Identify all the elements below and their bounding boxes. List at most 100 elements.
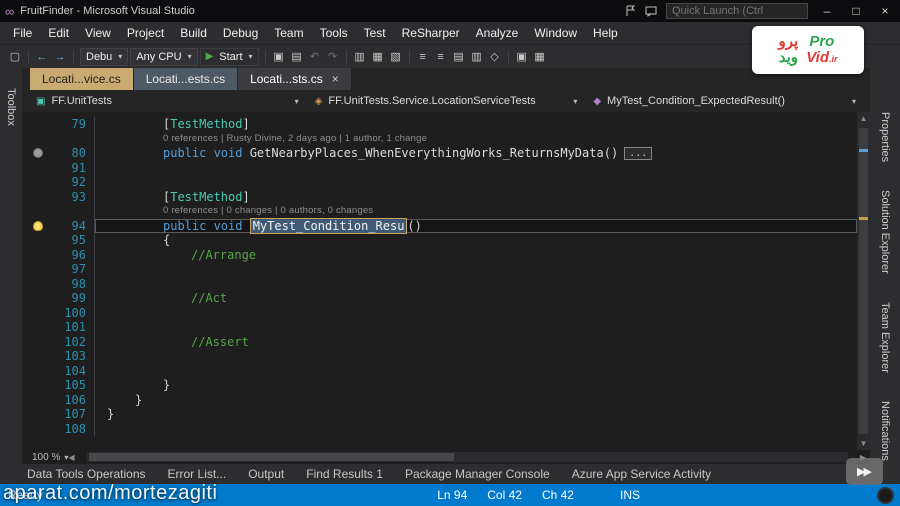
start-debugging-button[interactable]: ▶ Start ▾ — [199, 47, 259, 66]
code-row[interactable]: 79 [TestMethod] — [22, 117, 857, 132]
save-all-icon[interactable]: ▤ — [288, 50, 306, 63]
code-line[interactable] — [94, 349, 857, 364]
code-row[interactable]: 102 //Assert — [22, 334, 857, 349]
horizontal-scrollbar[interactable] — [86, 452, 848, 462]
code-line[interactable]: //Arrange — [94, 247, 857, 262]
bookmark-icon[interactable]: ◇ — [486, 50, 504, 63]
close-button[interactable]: × — [875, 4, 895, 18]
scroll-down-icon[interactable]: ▼ — [857, 439, 870, 448]
code-line[interactable]: [TestMethod] — [94, 189, 857, 204]
code-row[interactable]: 94 public void MyTest_Condition_Resu() — [22, 217, 857, 234]
quick-launch-input[interactable] — [666, 3, 808, 19]
code-row[interactable]: 103 — [22, 349, 857, 364]
code-row[interactable]: 98 — [22, 276, 857, 291]
menu-help[interactable]: Help — [585, 24, 626, 42]
zoom-control[interactable]: 100 % ▾ — [32, 452, 68, 463]
indent-icon[interactable]: ▤ — [450, 50, 468, 63]
code-row[interactable]: 100 — [22, 305, 857, 320]
code-row[interactable]: 101 — [22, 320, 857, 335]
code-line[interactable] — [94, 320, 857, 335]
save-icon[interactable]: ▣ — [270, 50, 288, 63]
panel-tab-data-tools-operations[interactable]: Data Tools Operations — [16, 467, 157, 481]
tab-locati-sts-cs[interactable]: Locati...sts.cs × — [238, 68, 351, 90]
code-line[interactable] — [94, 421, 857, 436]
sidebar-tab-toolbox[interactable]: Toolbox — [5, 88, 17, 464]
panel-tab-package-manager-console[interactable]: Package Manager Console — [394, 467, 561, 481]
menu-resharper[interactable]: ReSharper — [394, 24, 468, 42]
navigate-forward-icon[interactable]: → — [51, 51, 69, 63]
code-row[interactable]: 104 — [22, 363, 857, 378]
code-row[interactable]: 91 — [22, 160, 857, 175]
side-tab-notifications[interactable]: Notifications — [879, 401, 891, 461]
code-row[interactable]: 95 { — [22, 233, 857, 248]
code-line[interactable] — [94, 175, 857, 190]
code-line[interactable]: } — [94, 392, 857, 407]
codelens-text[interactable]: 0 references | Rusty Divine, 2 days ago … — [163, 132, 427, 147]
notifications-flag-icon[interactable] — [625, 5, 636, 17]
member-dropdown[interactable]: ◆ MyTest_Condition_ExpectedResult() ▾ — [587, 92, 862, 110]
codelens-row[interactable]: 0 references | 0 changes | 0 authors, 0 … — [22, 204, 857, 219]
feedback-icon[interactable] — [645, 6, 657, 17]
menu-team[interactable]: Team — [266, 24, 311, 42]
platform-combo[interactable]: Any CPU ▾ — [130, 47, 198, 66]
code-row[interactable]: 99 //Act — [22, 291, 857, 306]
tab-locati-vice-cs[interactable]: Locati...vice.cs — [30, 68, 133, 90]
code-row[interactable]: 92 — [22, 175, 857, 190]
code-row[interactable]: 107} — [22, 407, 857, 422]
code-line[interactable] — [94, 262, 857, 277]
menu-view[interactable]: View — [77, 24, 119, 42]
menu-file[interactable]: File — [5, 24, 40, 42]
redo-icon[interactable]: ↷ — [324, 50, 342, 63]
panel-tab-find-results-1[interactable]: Find Results 1 — [295, 467, 394, 481]
undo-icon[interactable]: ↶ — [306, 50, 324, 63]
code-line[interactable]: public void MyTest_Condition_Resu() — [94, 217, 857, 234]
menu-window[interactable]: Window — [526, 24, 585, 42]
code-row[interactable]: 97 — [22, 262, 857, 277]
code-area[interactable]: 79[TestMethod] 0 references | Rusty Divin… — [22, 112, 857, 450]
code-line[interactable]: 0 references | Rusty Divine, 2 days ago … — [94, 131, 857, 147]
new-project-icon[interactable]: ▢ — [6, 50, 24, 63]
comment-icon[interactable]: ≡ — [414, 51, 432, 63]
menu-debug[interactable]: Debug — [215, 24, 266, 42]
scroll-up-icon[interactable]: ▲ — [857, 114, 870, 123]
debug-target-combo[interactable]: Debu ▾ — [80, 47, 129, 66]
menu-edit[interactable]: Edit — [40, 24, 77, 42]
side-tab-properties[interactable]: Properties — [879, 112, 891, 162]
uncomment-icon[interactable]: ≡ — [432, 51, 450, 63]
code-line[interactable] — [94, 160, 857, 175]
panel-tab-azure-app-service-activity[interactable]: Azure App Service Activity — [561, 467, 722, 481]
code-line[interactable]: public void GetNearbyPlaces_WhenEverythi… — [94, 146, 857, 161]
maximize-button[interactable]: □ — [846, 4, 866, 18]
scroll-left-icon[interactable]: ◀ — [68, 453, 74, 462]
lightbulb-icon[interactable] — [33, 220, 43, 231]
panel-tab-output[interactable]: Output — [237, 467, 295, 481]
menu-test[interactable]: Test — [356, 24, 394, 42]
code-line[interactable]: //Act — [94, 291, 857, 306]
tab-close-icon[interactable]: × — [332, 73, 339, 85]
code-row[interactable]: 105} — [22, 378, 857, 393]
menu-build[interactable]: Build — [172, 24, 215, 42]
scrollbar-thumb[interactable] — [859, 128, 868, 434]
codelens-row[interactable]: 0 references | Rusty Divine, 2 days ago … — [22, 131, 857, 147]
solution-explorer-icon[interactable]: ▦ — [369, 50, 387, 63]
code-line[interactable] — [94, 305, 857, 320]
breakpoint-marker-icon[interactable] — [33, 148, 43, 159]
code-line[interactable]: } — [94, 407, 857, 422]
video-seek-button[interactable]: ▶▶ — [846, 458, 883, 485]
side-tab-team-explorer[interactable]: Team Explorer — [879, 302, 891, 373]
find-in-files-icon[interactable]: ▥ — [351, 50, 369, 63]
code-line[interactable]: } — [94, 378, 857, 393]
vertical-scrollbar[interactable]: ▲ ▼ — [857, 112, 870, 450]
code-row[interactable]: 108 — [22, 421, 857, 436]
code-line[interactable]: { — [94, 233, 857, 248]
menu-analyze[interactable]: Analyze — [468, 24, 527, 42]
code-row[interactable]: 96 //Arrange — [22, 247, 857, 262]
side-tab-solution-explorer[interactable]: Solution Explorer — [879, 190, 891, 274]
tab-locati-ests-cs[interactable]: Locati...ests.cs — [133, 68, 238, 90]
code-line[interactable]: 0 references | 0 changes | 0 authors, 0 … — [94, 204, 857, 219]
code-line[interactable] — [94, 363, 857, 378]
code-row[interactable]: 80 public void GetNearbyPlaces_WhenEveryt… — [22, 146, 857, 161]
scrollbar-thumb[interactable] — [88, 453, 454, 461]
menu-project[interactable]: Project — [119, 24, 172, 42]
properties-window-icon[interactable]: ▧ — [387, 50, 405, 63]
